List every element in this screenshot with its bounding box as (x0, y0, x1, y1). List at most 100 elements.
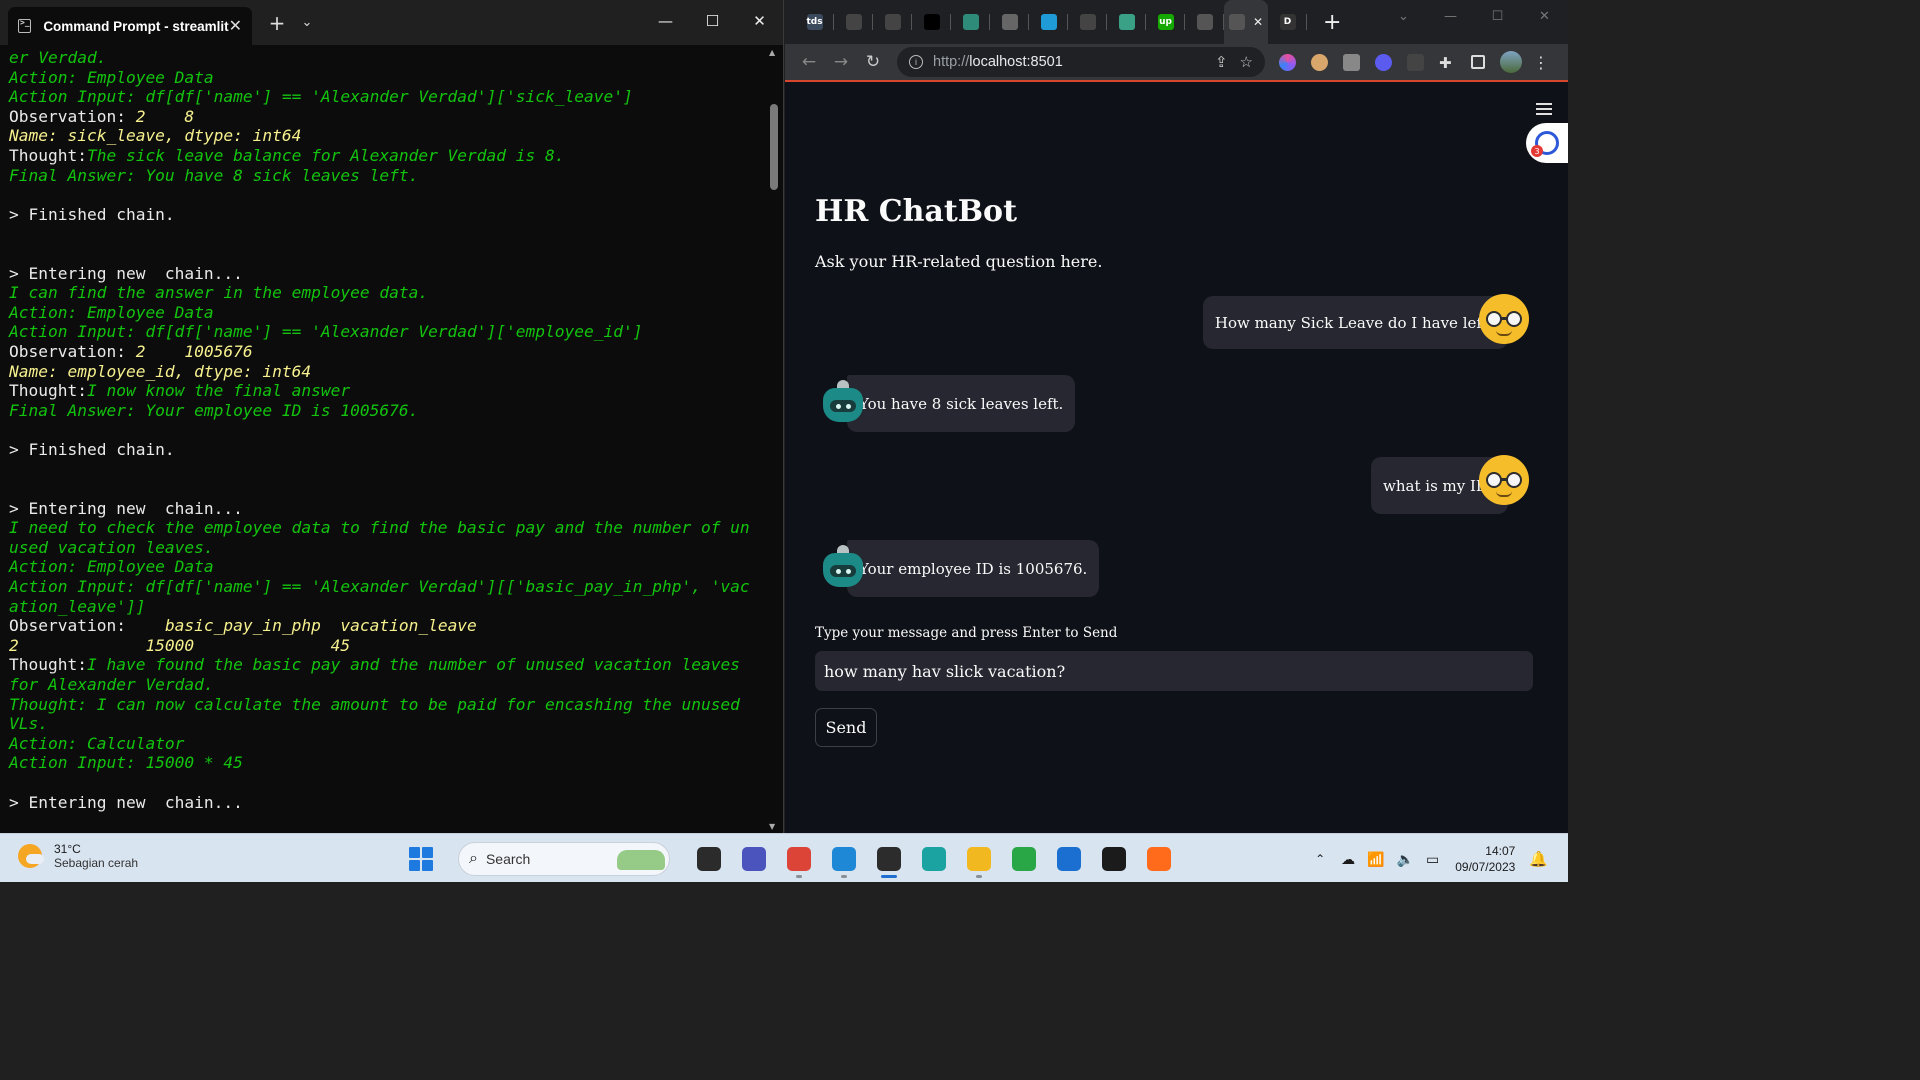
close-tab-icon[interactable]: ✕ (229, 16, 242, 36)
browser-tab[interactable] (1185, 0, 1224, 44)
bookmark-star-icon[interactable]: ☆ (1240, 53, 1253, 71)
terminal-scrollbar[interactable]: ▲ ▼ (768, 46, 780, 833)
terminal-tab[interactable]: Command Prompt - streamlit ✕ (8, 7, 252, 45)
battery-icon[interactable]: ▭ (1426, 851, 1439, 868)
minimize-icon[interactable]: — (642, 0, 689, 42)
notification-count-badge: 3 (1531, 145, 1543, 157)
browser-window-controls: ⌄ — ☐ ✕ (1380, 0, 1568, 32)
browser-tab[interactable] (912, 0, 951, 44)
folder-icon (966, 847, 991, 871)
taskbar-app[interactable] (779, 839, 819, 879)
taskbar-app[interactable] (1139, 839, 1179, 879)
browser-tab[interactable] (1068, 0, 1107, 44)
bulb-icon (962, 14, 979, 30)
firefox-icon (1146, 847, 1171, 871)
address-bar[interactable]: i http://localhost:8501 ⇪ ☆ (897, 47, 1265, 77)
taskbar-app[interactable] (959, 839, 999, 879)
browser-tab[interactable] (990, 0, 1029, 44)
browser-tab[interactable] (834, 0, 873, 44)
terminal-text: Final Answer: You have 8 sick leaves lef… (9, 165, 419, 185)
kebab-menu-icon[interactable]: ⋮ (1533, 53, 1549, 72)
new-tab-icon[interactable]: + (1323, 10, 1341, 35)
book-icon (1001, 14, 1018, 30)
browser-tab[interactable] (1107, 0, 1146, 44)
browser-tab[interactable]: D (1268, 0, 1307, 44)
terminal-text: Action Input: df[df['name'] == 'Alexande… (9, 87, 633, 107)
taskbar-app[interactable] (914, 839, 954, 879)
browser-tab[interactable]: tds (795, 0, 834, 44)
command-prompt-icon (18, 18, 32, 33)
taskbar-app[interactable] (1004, 839, 1044, 879)
terminal-line: Thought:I have found the basic pay and t… (9, 655, 761, 675)
taskbar-app[interactable] (869, 839, 909, 879)
browser-window[interactable]: tds up ✕ D + ⌄ — ☐ ✕ ← → ↻ i http://localho… (785, 0, 1568, 833)
hamburger-menu-icon[interactable] (1536, 100, 1552, 118)
new-tab-icon[interactable]: + (262, 11, 292, 35)
input-label: Type your message and press Enter to Sen… (815, 625, 1118, 641)
back-icon[interactable]: ← (793, 52, 825, 72)
assistant-widget[interactable]: 3 (1526, 123, 1568, 163)
taskbar-app[interactable] (1094, 839, 1134, 879)
terminal-window[interactable]: Command Prompt - streamlit ✕ + ⌄ — ☐ ✕ e… (0, 0, 784, 833)
reload-icon[interactable]: ↻ (857, 52, 889, 72)
url-scheme: http:// (933, 54, 970, 70)
taskbar-search[interactable]: ⌕ Search (458, 842, 670, 876)
taskbar-app[interactable] (734, 839, 774, 879)
weather-widget[interactable]: 31°C Sebagian cerah (18, 842, 138, 870)
security-warning-icon[interactable]: ☁ (1341, 851, 1355, 868)
terminal-line: > Finished chain. (9, 440, 761, 460)
taskbar-app[interactable] (824, 839, 864, 879)
taskbar-app[interactable] (1049, 839, 1089, 879)
scrollbar-thumb[interactable] (770, 104, 778, 190)
message-input[interactable]: how many hav slick vacation? (815, 651, 1533, 691)
profile-avatar[interactable] (1500, 51, 1522, 73)
extension-robot-icon[interactable] (1375, 53, 1392, 71)
clock[interactable]: 14:07 09/07/2023 (1455, 843, 1515, 875)
terminal-text: > Finished chain. (9, 439, 175, 459)
terminal-text: 2 1005676 (135, 341, 253, 361)
extension-icon[interactable] (1279, 53, 1296, 71)
puzzle-icon[interactable]: ✚ (1439, 54, 1456, 72)
windows-start-icon[interactable] (406, 844, 436, 874)
browser-tab[interactable] (1029, 0, 1068, 44)
wifi-icon[interactable]: 📶 (1367, 851, 1384, 868)
terminal-line: ation_leave']] (9, 597, 761, 617)
extension-face-icon[interactable] (1311, 53, 1328, 71)
maximize-icon[interactable]: ☐ (689, 0, 736, 42)
edge-icon (921, 847, 946, 871)
notification-bell-icon[interactable]: 🔔 (1529, 850, 1548, 868)
terminal-titlebar: Command Prompt - streamlit ✕ + ⌄ — ☐ ✕ (0, 0, 783, 45)
terminal-text: Thought: (9, 145, 87, 165)
browser-tab[interactable] (951, 0, 990, 44)
user-avatar-icon (1479, 455, 1529, 505)
close-window-icon[interactable]: ✕ (1521, 0, 1568, 32)
taskbar-app[interactable] (689, 839, 729, 879)
volume-icon[interactable]: 🔈 (1397, 851, 1414, 868)
extension-square-icon[interactable] (1343, 53, 1360, 71)
minimize-icon[interactable]: — (1427, 0, 1474, 32)
browser-tab[interactable]: ✕ (1224, 0, 1268, 44)
close-tab-icon[interactable]: ✕ (1253, 15, 1263, 29)
terminal-text: I now know the final answer (86, 381, 351, 401)
site-info-icon[interactable]: i (909, 55, 923, 69)
terminal-text: VLs. (9, 714, 48, 734)
terminal-line: Observation: basic_pay_in_php vacation_l… (9, 616, 761, 636)
search-icon: ⌕ (469, 850, 478, 867)
chevron-down-icon[interactable]: ⌄ (1380, 0, 1427, 32)
scroll-up-icon[interactable]: ▲ (769, 48, 775, 57)
share-icon[interactable]: ⇪ (1215, 53, 1228, 71)
browser-tab[interactable] (873, 0, 912, 44)
chevron-down-icon[interactable]: ⌄ (292, 15, 322, 30)
browser-tab[interactable]: up (1146, 0, 1185, 44)
side-panel-icon[interactable] (1471, 55, 1485, 69)
chevron-up-icon[interactable]: ⌃ (1315, 852, 1325, 866)
maximize-icon[interactable]: ☐ (1474, 0, 1521, 32)
terminal-line: > Finished chain. (9, 205, 761, 225)
close-window-icon[interactable]: ✕ (736, 0, 783, 42)
forward-icon[interactable]: → (825, 52, 857, 72)
url-host: localhost:8501 (969, 54, 1063, 70)
terminal-text: Action: Calculator (9, 733, 185, 753)
extension-cc-icon[interactable] (1407, 53, 1424, 71)
scroll-down-icon[interactable]: ▼ (769, 822, 775, 831)
send-button[interactable]: Send (815, 708, 877, 747)
